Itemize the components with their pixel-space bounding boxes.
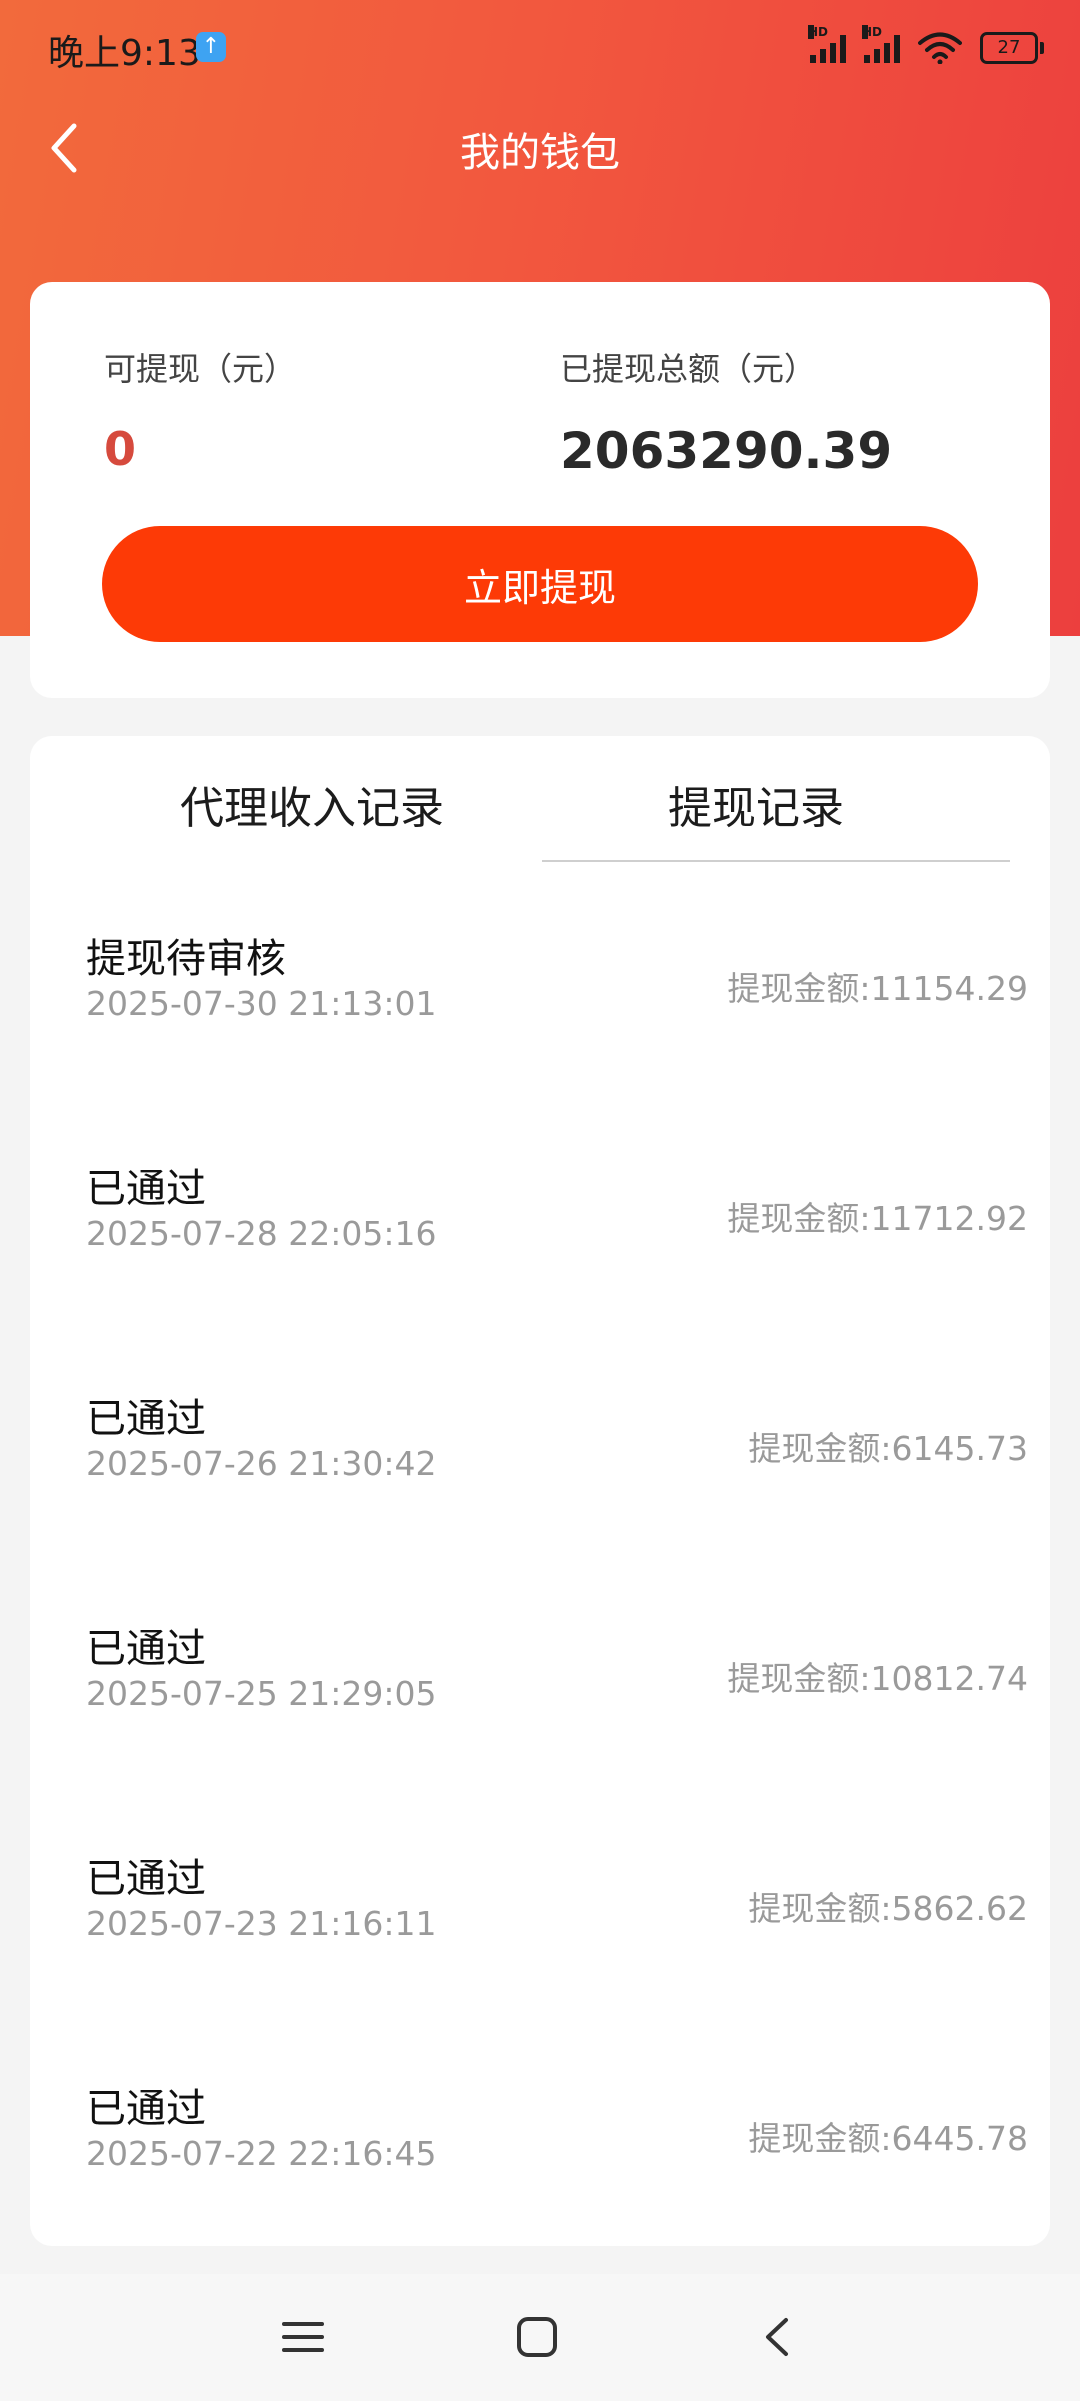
network-type-label: HD — [862, 25, 883, 39]
record-time: 2025-07-23 21:16:11 — [86, 1904, 437, 1943]
menu-icon[interactable] — [280, 2314, 326, 2360]
record-status: 已通过 — [86, 1166, 206, 1212]
upload-arrow-icon: ↑ — [196, 32, 226, 62]
list-item: 已通过 2025-07-23 21:16:11 提现金额:5862.62 — [30, 1846, 1050, 2046]
page-title: 我的钱包 — [460, 130, 620, 176]
back-icon[interactable] — [756, 2314, 802, 2360]
list-item: 提现待审核 2025-07-30 21:13:01 提现金额:11154.29 — [30, 926, 1050, 1126]
records-card: 代理收入记录 提现记录 提现待审核 2025-07-30 21:13:01 提现… — [30, 736, 1050, 2246]
record-time: 2025-07-28 22:05:16 — [86, 1214, 437, 1253]
signal-icon: HD — [862, 25, 900, 63]
record-amount: 提现金额:11154.29 — [727, 969, 1028, 1008]
tab-underline — [542, 860, 1010, 862]
record-time: 2025-07-25 21:29:05 — [86, 1674, 437, 1713]
wallet-summary-card: 可提现（元） 已提现总额（元） 0 2063290.39 立即提现 — [30, 282, 1050, 698]
record-amount: 提现金额:10812.74 — [727, 1659, 1028, 1698]
tab-withdraw-records[interactable]: 提现记录 — [668, 772, 844, 836]
total-withdrawn-label: 已提现总额（元） — [560, 350, 817, 388]
status-time: 晚上9:13 — [48, 33, 201, 74]
record-status: 提现待审核 — [86, 936, 286, 982]
available-label: 可提现（元） — [104, 350, 297, 388]
record-amount: 提现金额:11712.92 — [727, 1199, 1028, 1238]
record-amount: 提现金额:6445.78 — [748, 2119, 1028, 2158]
total-withdrawn-value: 2063290.39 — [560, 422, 893, 480]
wifi-icon — [918, 32, 962, 64]
record-time: 2025-07-30 21:13:01 — [86, 984, 437, 1023]
list-item: 已通过 2025-07-28 22:05:16 提现金额:11712.92 — [30, 1156, 1050, 1356]
record-status: 已通过 — [86, 2086, 206, 2132]
record-time: 2025-07-26 21:30:42 — [86, 1444, 437, 1483]
record-time: 2025-07-22 22:16:45 — [86, 2134, 437, 2173]
network-type-label: HD — [808, 25, 829, 39]
record-status: 已通过 — [86, 1626, 206, 1672]
status-bar: 晚上9:13 ↑ HD HD 27 — [0, 0, 1080, 100]
home-icon[interactable] — [514, 2314, 560, 2360]
list-item: 已通过 2025-07-22 22:16:45 提现金额:6445.78 — [30, 2076, 1050, 2246]
record-status: 已通过 — [86, 1856, 206, 1902]
system-navigation-bar — [0, 2274, 1080, 2401]
list-item: 已通过 2025-07-26 21:30:42 提现金额:6145.73 — [30, 1386, 1050, 1586]
available-value: 0 — [104, 422, 137, 476]
record-amount: 提现金额:6145.73 — [748, 1429, 1028, 1468]
withdraw-now-button[interactable]: 立即提现 — [102, 526, 978, 642]
record-amount: 提现金额:5862.62 — [748, 1889, 1028, 1928]
battery-icon: 27 — [980, 32, 1044, 64]
list-item: 已通过 2025-07-25 21:29:05 提现金额:10812.74 — [30, 1616, 1050, 1816]
tab-agent-income[interactable]: 代理收入记录 — [180, 772, 444, 836]
signal-icon: HD — [808, 25, 846, 63]
record-status: 已通过 — [86, 1396, 206, 1442]
status-icons: HD HD 27 — [808, 25, 1044, 68]
